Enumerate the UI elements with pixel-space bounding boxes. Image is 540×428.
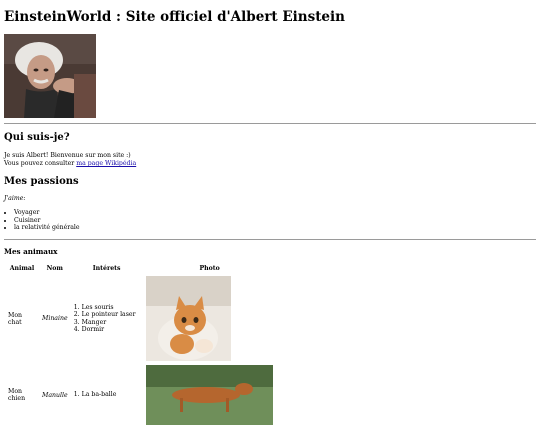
list-item: La ba-balle [82,391,140,399]
passions-intro: J'aime: [4,195,26,202]
photo-cell [144,364,276,426]
interests-cell: Les souris Le pointeur laser Manger Dorm… [72,275,142,362]
interests-list: Les souris Le pointeur laser Manger Dorm… [74,304,140,334]
einstein-portrait [4,34,96,118]
about-wikipedia-line: Vous pouvez consulter ma page Wikipédia [4,160,136,168]
list-item: Cuisiner [14,217,80,225]
interests-list: La ba-balle [74,391,140,399]
list-item: Dormir [82,326,140,334]
list-item: Voyager [14,209,80,217]
passions-heading: Mes passions [4,176,79,187]
interests-cell: La ba-balle [72,364,142,426]
animals-table: Animal Nom Intérets Photo Mon chat Minai… [4,262,278,428]
photo-cell [144,275,276,362]
animal-name-cell: Minaine [42,315,68,322]
about-wikipedia-prefix: Vous pouvez consulter [4,160,77,167]
list-item: la relativité générale [14,224,80,232]
list-item: Manger [82,319,140,327]
column-header-animal: Animal [9,265,35,272]
column-header-interests: Intérets [92,265,121,272]
wikipedia-link[interactable]: ma page Wikipédia [76,160,136,167]
table-row: Mon chien Manulle La ba-balle [6,364,276,426]
animals-heading: Mes animaux [4,247,58,256]
dog-photo [145,365,273,425]
about-heading: Qui suis-je? [4,132,70,143]
list-item: Le pointeur laser [82,311,140,319]
divider [4,239,536,240]
animal-name-cell: Manulle [42,391,68,399]
table-header-row: Animal Nom Intérets Photo [6,264,276,273]
animal-cell: Mon chat [8,311,23,326]
table-row: Mon chat Minaine Les souris Le pointeur … [6,275,276,362]
about-intro: Je suis Albert! Bienvenue sur mon site :… [4,152,131,159]
cat-photo [145,276,231,361]
column-header-name: Nom [46,265,63,272]
passions-list: Voyager Cuisiner la relativité générale [4,209,80,232]
page-title: EinsteinWorld : Site officiel d'Albert E… [4,9,345,25]
column-header-photo: Photo [199,265,220,272]
divider [4,123,536,124]
animal-cell: Mon chien [8,388,26,402]
list-item: Les souris [82,304,140,312]
